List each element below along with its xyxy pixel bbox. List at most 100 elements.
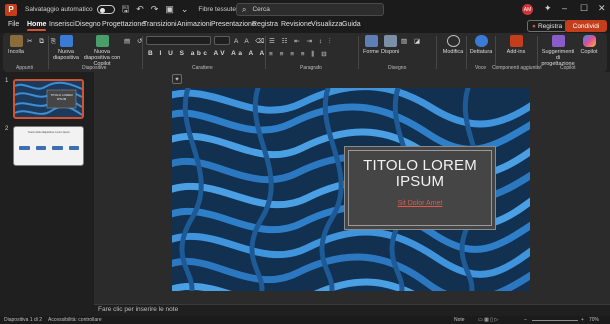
undo-icon[interactable]: ↶ xyxy=(136,4,144,15)
font-size-controls[interactable]: A A ⌫ xyxy=(234,37,267,45)
new-slide-button[interactable]: Nuova diapositiva xyxy=(51,35,81,61)
search-icon: ⌕ xyxy=(242,4,247,14)
present-icon[interactable]: ▣ xyxy=(165,4,174,15)
design-suggestions-button[interactable]: Suggerimenti di progettazione xyxy=(540,35,576,67)
zoom-in-icon[interactable]: + xyxy=(581,317,584,323)
autosave-toggle[interactable] xyxy=(96,5,115,14)
process-step xyxy=(35,146,46,150)
clipboard-icon xyxy=(9,35,23,47)
process-step xyxy=(19,146,30,150)
group-label-clipboard: Appunti xyxy=(16,65,33,71)
tab-file[interactable]: File xyxy=(8,21,19,28)
slide-thumbnail-2[interactable]: Nuovo titolo diapositiva: Lorem Ipsum xyxy=(13,126,84,166)
group-label-copilot: Copilot xyxy=(560,65,576,71)
tab-record[interactable]: Registra xyxy=(252,21,278,28)
current-slide[interactable]: TITOLO LOREM IPSUM Sit Dolor Amet xyxy=(172,88,530,291)
avatar[interactable]: AM xyxy=(522,4,533,15)
new-slide-icon xyxy=(59,35,73,47)
slide-thumbnail-1[interactable]: TITOLO LOREM IPSUM xyxy=(13,79,84,119)
font-name-field[interactable] xyxy=(146,36,211,45)
addins-label: Add-ins xyxy=(506,49,526,55)
arrange-button[interactable]: Disponi xyxy=(381,35,399,55)
copilot-sparkle-icon[interactable]: ✦ xyxy=(544,3,552,14)
slide-copilot-icon[interactable]: ✦ xyxy=(172,74,182,84)
tab-review[interactable]: Revisione xyxy=(281,21,312,28)
process-step xyxy=(52,146,63,150)
record-dot-icon: ● xyxy=(532,22,536,30)
slide-title[interactable]: TITOLO LOREM IPSUM xyxy=(345,158,495,190)
group-label-paragraph: Paragrafo xyxy=(300,65,322,71)
slide-number-2: 2 xyxy=(5,126,9,132)
tab-view[interactable]: Visualizza xyxy=(311,21,342,28)
tab-home[interactable]: Home xyxy=(27,21,47,31)
tab-help[interactable]: Guida xyxy=(342,21,361,28)
share-button[interactable]: Condividi xyxy=(565,20,607,32)
new-slide-label: Nuova diapositiva xyxy=(53,49,79,61)
copilot-slide-icon xyxy=(95,35,109,47)
slide-editor: ✦ TITOLO LOREM IPSUM Sit Dolor Amet xyxy=(94,72,610,304)
tab-design[interactable]: Progettazione xyxy=(102,21,145,28)
notes-pane[interactable]: Fare clic per inserire le note xyxy=(94,304,610,316)
record-button-label: Registra xyxy=(537,22,563,30)
shapes-icon xyxy=(364,35,378,47)
tab-draw[interactable]: Disegno xyxy=(75,21,101,28)
addins-button[interactable]: Add-ins xyxy=(503,35,529,55)
quick-styles-icon[interactable]: ▨ ◪ xyxy=(401,37,423,45)
group-label-slides: Diapositive xyxy=(82,65,107,71)
record-button[interactable]: ● Registra xyxy=(527,20,568,32)
slide-indicator: Diapositiva 1 di 2 xyxy=(4,317,43,323)
ribbon: Incolla ✂ ⧉ ⎘ Nuova diapositiva Nuova di… xyxy=(3,33,607,72)
arrange-icon xyxy=(383,35,397,47)
notes-toggle[interactable]: Note xyxy=(454,317,465,323)
thumbnail-1-title: TITOLO LOREM IPSUM xyxy=(50,93,73,101)
autosave-label: Salvataggio automatico xyxy=(25,6,93,13)
notes-placeholder: Fare clic per inserire le note xyxy=(98,306,179,313)
accessibility-status[interactable]: Accessibilità: controllare xyxy=(48,317,102,323)
font-size-field[interactable] xyxy=(214,36,230,45)
slide-subtitle[interactable]: Sit Dolor Amet xyxy=(345,200,495,207)
alignment-controls[interactable]: ≡ ≡ ≡ ≡ ⫼ ⊟ xyxy=(269,50,329,59)
title-placeholder[interactable]: TITOLO LOREM IPSUM Sit Dolor Amet xyxy=(344,146,496,230)
tab-animations[interactable]: Animazioni xyxy=(177,21,211,28)
microphone-icon xyxy=(474,35,488,47)
powerpoint-logo-icon: P xyxy=(5,3,17,16)
ribbon-tabs: File Home Inserisci Disegno Progettazion… xyxy=(0,19,610,33)
copilot-button[interactable]: Copilot xyxy=(577,35,601,55)
save-icon[interactable]: 🖫 xyxy=(122,2,130,18)
copilot-label: Copilot xyxy=(580,49,598,55)
close-icon[interactable]: ✕ xyxy=(598,3,606,14)
arrange-label: Disponi xyxy=(381,49,400,55)
tab-insert[interactable]: Inserisci xyxy=(49,21,75,28)
tab-transitions[interactable]: Transizioni xyxy=(143,21,177,28)
share-button-label: Condividi xyxy=(572,22,600,30)
new-slide-copilot-button[interactable]: Nuova diapositiva con Copilot xyxy=(83,35,121,67)
zoom-slider[interactable] xyxy=(532,320,578,321)
process-step xyxy=(68,146,79,150)
shapes-button[interactable]: Forme xyxy=(362,35,380,55)
redo-icon[interactable]: ↷ xyxy=(151,4,159,15)
search-box[interactable]: ⌕ Cerca xyxy=(236,3,384,16)
dictate-button[interactable]: Dettatura xyxy=(469,35,493,55)
paste-button[interactable]: Incolla xyxy=(7,35,25,55)
dictate-label: Dettatura xyxy=(469,49,493,55)
group-label-drawing: Disegno xyxy=(388,65,407,71)
tab-slideshow[interactable]: Presentazione xyxy=(211,21,256,28)
minimize-icon[interactable]: – xyxy=(562,3,567,13)
font-format-row[interactable]: B I U S abc AV Aa A A xyxy=(148,50,267,57)
design-ideas-icon xyxy=(551,35,565,47)
customize-qat-icon[interactable]: ⌄ xyxy=(181,4,189,15)
search-placeholder: Cerca xyxy=(252,6,270,13)
copilot-icon xyxy=(582,35,596,47)
thumbnail-2-process-steps xyxy=(19,146,79,150)
edit-button[interactable]: Modifica xyxy=(440,35,466,55)
group-label-font: Carattere xyxy=(192,65,213,71)
zoom-out-icon[interactable]: – xyxy=(524,317,527,323)
view-buttons[interactable]: ▭ ▦ ▯ ▷ xyxy=(478,317,498,323)
paste-label: Incolla xyxy=(8,49,24,55)
list-controls[interactable]: ☰ ☷ ⇤ ⇥ ↕ ⫶ xyxy=(269,37,333,46)
status-bar: Diapositiva 1 di 2 Accessibilità: contro… xyxy=(0,316,610,324)
zoom-level[interactable]: 70% xyxy=(589,317,599,323)
slide-number-1: 1 xyxy=(5,78,9,84)
slides-pane: 1 TITOLO LOREM IPSUM 2 Nuovo titolo diap… xyxy=(0,72,94,316)
maximize-icon[interactable]: ☐ xyxy=(580,3,588,14)
